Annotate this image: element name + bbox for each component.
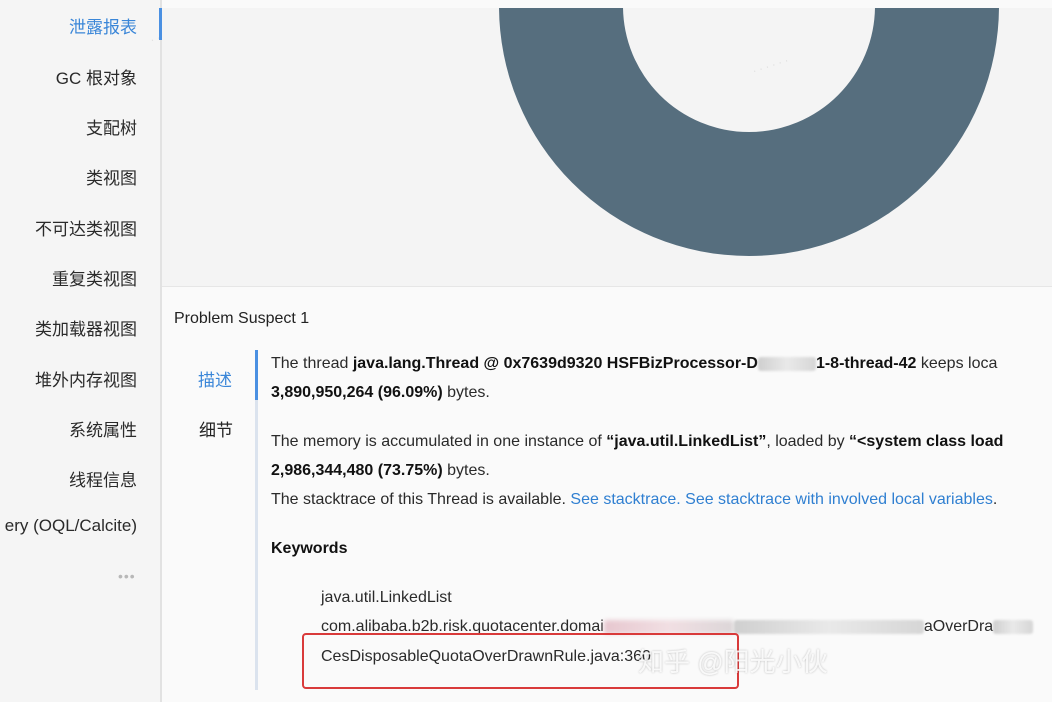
tab-description[interactable]: 描述 [198, 366, 232, 391]
donut-ring [499, 8, 999, 256]
see-stacktrace-link[interactable]: See stacktrace. [570, 491, 680, 508]
sidebar-item-system-properties[interactable]: 系统属性 [0, 416, 160, 441]
tab-details[interactable]: 细节 [199, 416, 233, 441]
problem-line-thread: The thread java.lang.Thread @ 0x7639d932… [271, 355, 998, 372]
sidebar-item-duplicate-class-view[interactable]: 重复类视图 [0, 265, 160, 290]
sidebar-item-oql-query[interactable]: ery (OQL/Calcite) [0, 516, 160, 536]
tab-bar [255, 350, 258, 690]
problem-line-stacktrace: The stacktrace of this Thread is availab… [271, 491, 998, 508]
sidebar-item-dominator-tree[interactable]: 支配树 [0, 114, 160, 139]
problem-line-memory: The memory is accumulated in one instanc… [271, 433, 1004, 450]
keyword-item: java.util.LinkedList [321, 589, 452, 606]
sidebar: 泄露报表 GC 根对象 支配树 类视图 不可达类视图 重复类视图 类加载器视图 … [0, 0, 182, 702]
sidebar-item-thread-info[interactable]: 线程信息 [0, 466, 160, 491]
keywords-title: Keywords [271, 540, 348, 557]
sidebar-item-classloader-view[interactable]: 类加载器视图 [0, 315, 160, 340]
zhihu-watermark: 知乎 @阳光小伙 [638, 647, 828, 677]
main-panel: Problem Suspect 1 描述 细节 The thread java.… [162, 0, 1052, 702]
sidebar-item-leak-report[interactable]: 泄露报表 [0, 13, 160, 38]
tab-active-indicator [255, 350, 258, 400]
problem-line-memory-bytes: 2,986,344,480 (73.75%) bytes. [271, 462, 490, 479]
chart-area [162, 8, 1052, 287]
redacted-blur [757, 356, 816, 371]
redacted-blur [733, 619, 924, 634]
donut-chart [499, 8, 999, 256]
sidebar-item-unreachable-class-view[interactable]: 不可达类视图 [0, 215, 160, 240]
sidebar-item-class-view[interactable]: 类视图 [0, 164, 160, 189]
more-icon[interactable]: ••• [118, 568, 136, 584]
sidebar-item-gc-roots[interactable]: GC 根对象 [0, 64, 160, 89]
sidebar-item-offheap-view[interactable]: 堆外内存视图 [0, 366, 160, 391]
redacted-blur [993, 619, 1034, 634]
redacted-blur [603, 619, 734, 634]
see-stacktrace-locals-link[interactable]: See stacktrace with involved local varia… [685, 491, 993, 508]
problem-suspect-title: Problem Suspect 1 [174, 310, 310, 327]
problem-line-thread-bytes: 3,890,950,264 (96.09%) bytes. [271, 384, 490, 401]
